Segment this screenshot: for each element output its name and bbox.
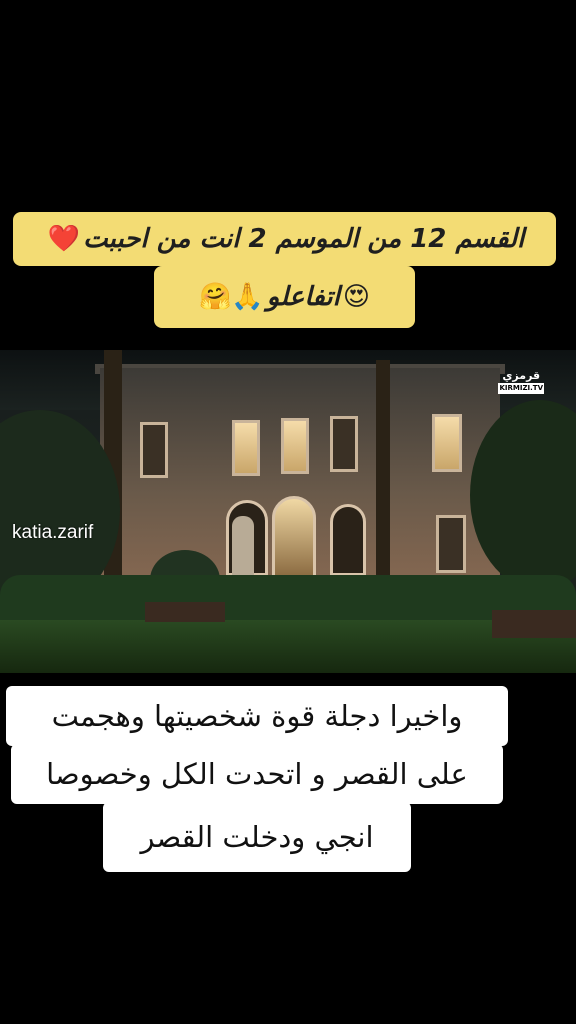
window bbox=[432, 414, 462, 472]
caption-line-2-text: اتفاعلو bbox=[266, 282, 340, 312]
red-heart-icon: ❤️ bbox=[47, 224, 81, 254]
username-watermark: katia.zarif bbox=[12, 522, 94, 543]
subtitle-line-3: انجي ودخلت القصر bbox=[103, 802, 411, 872]
arched-window bbox=[330, 504, 366, 576]
tree-trunk bbox=[376, 360, 390, 590]
window bbox=[140, 422, 168, 478]
caption-line-1-text: القسم 12 من الموسم 2 انت من احببت bbox=[83, 224, 525, 254]
bust-statue bbox=[232, 516, 254, 576]
window bbox=[436, 515, 466, 573]
lawn bbox=[0, 620, 576, 673]
pray-hug-icon: 🙏🤗 bbox=[199, 282, 264, 312]
channel-logo-text: قرمزي bbox=[502, 369, 541, 382]
channel-logo-sub: KIRMIZI.TV bbox=[498, 383, 544, 394]
subtitle-line-2: على القصر و اتحدت الكل وخصوصا bbox=[11, 744, 503, 804]
caption-line-1: القسم 12 من الموسم 2 انت من احببت ❤️ bbox=[13, 212, 556, 266]
arched-door bbox=[272, 496, 316, 580]
video-frame[interactable]: قرمزي KIRMIZI.TV bbox=[0, 350, 576, 673]
window bbox=[232, 420, 260, 476]
heart-eyes-icon: 😍 bbox=[342, 282, 370, 312]
bench bbox=[492, 610, 576, 638]
window bbox=[281, 418, 309, 474]
window bbox=[330, 416, 358, 472]
caption-line-2: 😍 اتفاعلو 🙏🤗 bbox=[154, 266, 415, 328]
bench bbox=[145, 602, 225, 622]
channel-logo: قرمزي KIRMIZI.TV bbox=[498, 370, 544, 394]
subtitle-line-1: واخيرا دجلة قوة شخصيتها وهجمت bbox=[6, 686, 508, 746]
